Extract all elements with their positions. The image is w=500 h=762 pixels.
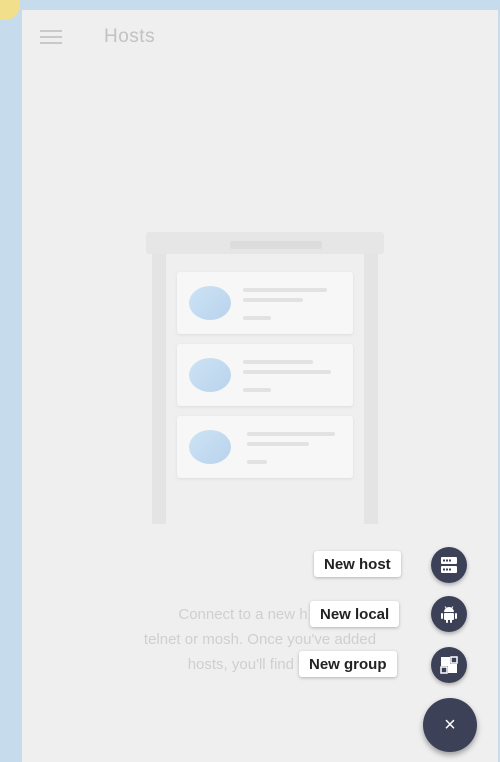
placeholder-host-card [177, 272, 353, 334]
app-bar: Hosts [22, 10, 498, 64]
new-host-button[interactable] [431, 547, 467, 583]
placeholder-host-card [177, 416, 353, 478]
server-icon [441, 557, 457, 573]
empty-state-line: telnet or mosh. Once you've added [143, 631, 377, 648]
android-icon [441, 606, 457, 623]
empty-state-line: Connect to a new h [178, 606, 308, 623]
page-title: Hosts [104, 26, 156, 47]
new-group-button[interactable] [431, 647, 467, 683]
rack-top [146, 232, 384, 254]
placeholder-host-card [177, 344, 353, 406]
empty-state-message: Connect to a new h telnet or mosh. Once … [22, 602, 498, 677]
empty-state-line: hosts, you'll find t [187, 656, 303, 673]
new-group-label[interactable]: New group [299, 651, 397, 677]
rack-rail-right [364, 254, 378, 524]
status-indicator [0, 0, 20, 20]
hosts-screen: Hosts Connect to a new h telnet or mosh.… [22, 10, 498, 762]
menu-icon[interactable] [40, 30, 62, 44]
close-speed-dial-button[interactable]: × [423, 698, 477, 752]
new-local-button[interactable] [431, 596, 467, 632]
new-local-label[interactable]: New local [310, 601, 400, 627]
group-icon [440, 656, 458, 674]
empty-hosts-illustration [140, 228, 390, 528]
new-host-label[interactable]: New host [314, 551, 401, 577]
rack-rail-left [152, 254, 166, 524]
close-icon: × [444, 713, 456, 736]
